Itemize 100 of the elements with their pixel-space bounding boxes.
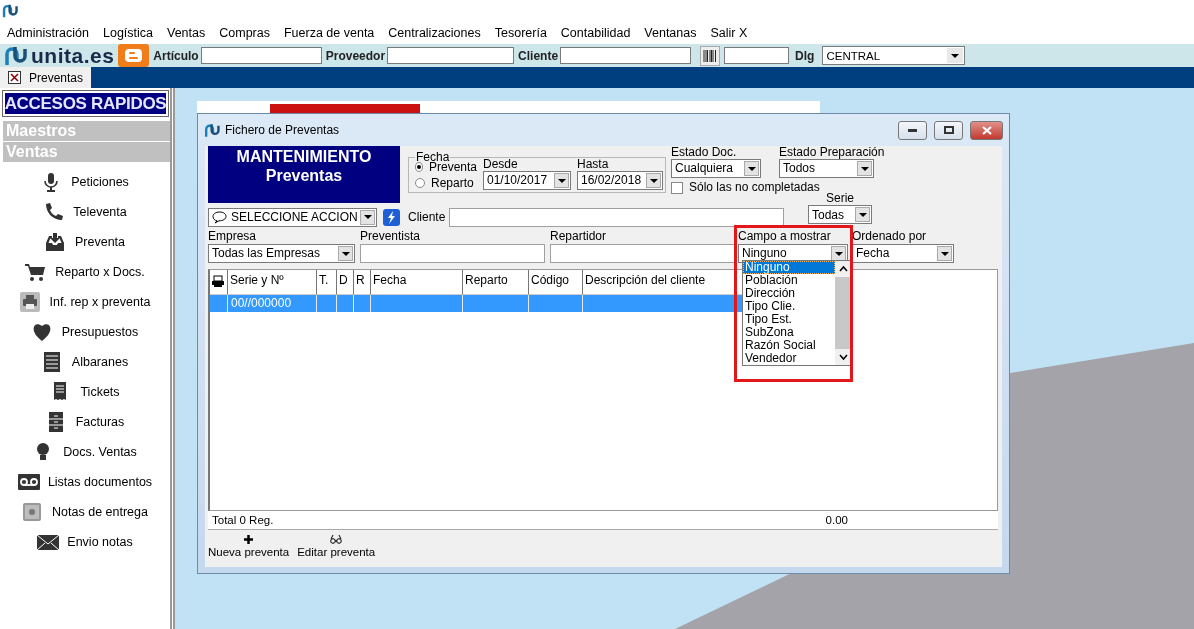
field-label: Dlg: [795, 48, 815, 63]
menu-item[interactable]: Centralizaciones: [388, 26, 481, 40]
client-field[interactable]: [449, 207, 785, 227]
dropdown-option[interactable]: Tipo Clie.: [743, 300, 835, 313]
search-field[interactable]: [387, 47, 515, 64]
phone-icon[interactable]: [43, 202, 66, 222]
blog-icon[interactable]: [118, 44, 150, 67]
barcode-field[interactable]: [724, 47, 790, 64]
maximize-button[interactable]: [934, 120, 963, 140]
field-label: Estado Preparación: [779, 146, 885, 159]
status-select[interactable]: Cualquiera: [671, 159, 761, 178]
checkbox[interactable]: Sólo las no completadas: [671, 181, 820, 194]
minimize-icon: [908, 128, 917, 132]
dlg-select[interactable]: CENTRAL: [822, 46, 966, 65]
shortcut-link[interactable]: Inf. rep x preventa: [49, 295, 151, 309]
field-label: Repartidor: [550, 230, 608, 243]
dropdown-option[interactable]: SubZona: [743, 326, 835, 339]
date-field[interactable]: 16/02/2018: [577, 171, 663, 190]
field-label: Artículo: [153, 48, 199, 63]
shortcut-link[interactable]: Presupuestos: [61, 325, 139, 339]
printer-icon[interactable]: [212, 275, 224, 287]
dropdown-arrow-icon: [341, 251, 350, 256]
dropdown-option[interactable]: Tipo Est.: [743, 313, 835, 326]
search-field[interactable]: [560, 47, 692, 64]
logo-icon: [4, 44, 30, 67]
series-select[interactable]: Todas: [808, 205, 872, 224]
title-banner: MANTENIMIENTO Preventas: [208, 146, 400, 203]
field-label: Hasta: [577, 158, 610, 171]
sidebar-header: ACCESOS RAPIDOS: [3, 91, 168, 116]
inbox-icon[interactable]: [45, 232, 67, 252]
radio-option[interactable]: Reparto: [415, 176, 477, 190]
search-field[interactable]: [200, 47, 322, 64]
printer-icon[interactable]: [19, 292, 42, 312]
shortcut-link[interactable]: Reparto x Docs.: [55, 265, 145, 279]
barcode-button[interactable]: [700, 45, 721, 66]
shortcut-link[interactable]: Envio notas: [67, 535, 133, 549]
close-icon[interactable]: [8, 71, 21, 84]
minimize-button[interactable]: [898, 120, 927, 140]
cart-icon[interactable]: [25, 262, 48, 282]
field-label: Campo a mostrar: [738, 230, 832, 243]
menu-item[interactable]: Compras: [219, 26, 270, 40]
company-select[interactable]: Todas las Empresas: [208, 244, 355, 263]
dropdown-option[interactable]: Población: [743, 274, 835, 287]
toolbar-button[interactable]: Nueva preventa: [208, 535, 290, 558]
shortcut-link[interactable]: Listas documentos: [47, 475, 153, 489]
menu-item[interactable]: Tesorería: [494, 26, 547, 40]
toolbar-button[interactable]: Editar preventa: [297, 535, 376, 558]
dropdown-option[interactable]: Dirección: [743, 287, 835, 300]
speech-bubble-icon: [212, 210, 227, 224]
lightning-button[interactable]: [383, 208, 400, 226]
shortcut-link[interactable]: Facturas: [75, 415, 125, 429]
menu-item[interactable]: Contabilidad: [560, 26, 631, 40]
total-amount: 0.00: [825, 514, 848, 526]
voicemail-icon[interactable]: [17, 472, 40, 492]
close-button[interactable]: [970, 120, 1003, 140]
dropdown-arrow-icon: [860, 166, 869, 171]
action-select[interactable]: SELECCIONE ACCION: [208, 207, 377, 227]
text-field[interactable]: [360, 244, 545, 263]
text-field[interactable]: [550, 244, 735, 263]
brand-logo: unita.es: [31, 44, 115, 67]
field-label: Desde: [483, 158, 519, 171]
dropdown-option[interactable]: Ninguno: [743, 261, 835, 274]
envelope-icon[interactable]: [37, 532, 60, 552]
dropdown-arrow-icon: [557, 178, 566, 183]
shortcut-link[interactable]: Televenta: [73, 205, 127, 219]
field-label: Empresa: [208, 230, 258, 243]
field-label: Preventista: [360, 230, 422, 243]
dropdown-option[interactable]: Razón Social: [743, 339, 835, 352]
table-cell: 00//000000: [228, 295, 317, 312]
window-title: Fichero de Preventas: [225, 123, 340, 137]
shortcut-link[interactable]: Notas de entrega: [52, 505, 148, 519]
menu-item[interactable]: Salir X: [710, 26, 748, 40]
field-label: Estado Doc.: [671, 146, 738, 159]
glasses-icon: [330, 535, 343, 544]
dropdown-option[interactable]: Vendedor: [743, 352, 835, 365]
close-icon: [981, 125, 992, 135]
dropdown-arrow-icon: [363, 215, 372, 219]
plus-icon: [244, 535, 254, 544]
shortcut-link[interactable]: Albaranes: [71, 355, 129, 369]
shortcut-link[interactable]: Peticiones: [71, 175, 129, 189]
menu-item[interactable]: Logística: [103, 26, 153, 40]
status-select[interactable]: Todos: [779, 159, 874, 178]
barcode-icon: [703, 49, 718, 62]
shortcut-link[interactable]: Tickets: [80, 385, 120, 399]
menu-item[interactable]: Fuerza de venta: [283, 26, 375, 40]
document-tab[interactable]: Preventas: [0, 67, 92, 88]
record-count: Total 0 Reg.: [212, 514, 274, 526]
sort-select[interactable]: Fecha: [852, 244, 954, 263]
menu-item[interactable]: Ventanas: [644, 26, 697, 40]
dropdown-arrow-icon: [940, 251, 949, 256]
field-label: Cliente: [518, 48, 559, 63]
date-field[interactable]: 01/10/2017: [483, 171, 571, 190]
shortcut-link[interactable]: Preventa: [75, 235, 125, 249]
field-label: Ordenado por: [852, 230, 928, 243]
shortcut-link[interactable]: Docs. Ventas: [63, 445, 137, 459]
menu-item[interactable]: Ventas: [167, 26, 206, 40]
menu-item[interactable]: Administración: [7, 26, 89, 40]
field-label: Serie: [826, 191, 854, 205]
dropdown-arrow-icon: [747, 166, 756, 171]
dropdown-arrow-icon: [858, 212, 867, 217]
